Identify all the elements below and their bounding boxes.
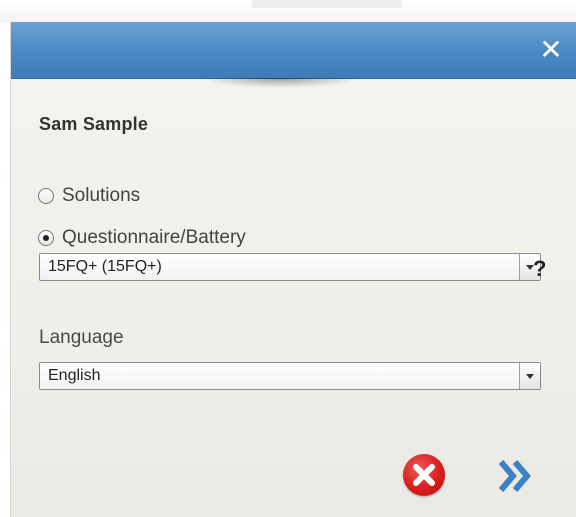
next-button[interactable] <box>495 458 535 494</box>
radio-questionnaire-battery[interactable]: Questionnaire/Battery <box>38 226 246 250</box>
help-icon[interactable]: ? <box>533 256 546 282</box>
assessment-dialog: ✕ Sam Sample Solutions Questionnaire/Bat… <box>10 22 576 517</box>
language-label: Language <box>39 327 124 348</box>
radio-button[interactable] <box>38 188 54 204</box>
close-icon[interactable]: ✕ <box>537 36 565 64</box>
radio-button-checked[interactable] <box>38 230 54 246</box>
radio-solutions[interactable]: Solutions <box>38 184 140 208</box>
questionnaire-select[interactable]: 15FQ+ (15FQ+) <box>39 253 541 281</box>
cancel-button[interactable] <box>403 454 445 496</box>
questionnaire-select-value: 15FQ+ (15FQ+) <box>48 258 162 275</box>
radio-questionnaire-label: Questionnaire/Battery <box>62 227 246 248</box>
dialog-titlebar: ✕ <box>11 22 576 79</box>
cancel-circle-icon <box>413 464 435 486</box>
background-blurred-text <box>252 0 402 8</box>
titlebar-shadow <box>201 78 361 88</box>
double-chevron-right-icon <box>498 460 531 492</box>
chevron-down-icon[interactable] <box>519 363 540 389</box>
candidate-name: Sam Sample <box>39 114 149 134</box>
language-select[interactable]: English <box>39 362 541 390</box>
radio-solutions-label: Solutions <box>62 185 141 206</box>
language-select-value: English <box>48 367 101 384</box>
background-page <box>0 0 576 22</box>
